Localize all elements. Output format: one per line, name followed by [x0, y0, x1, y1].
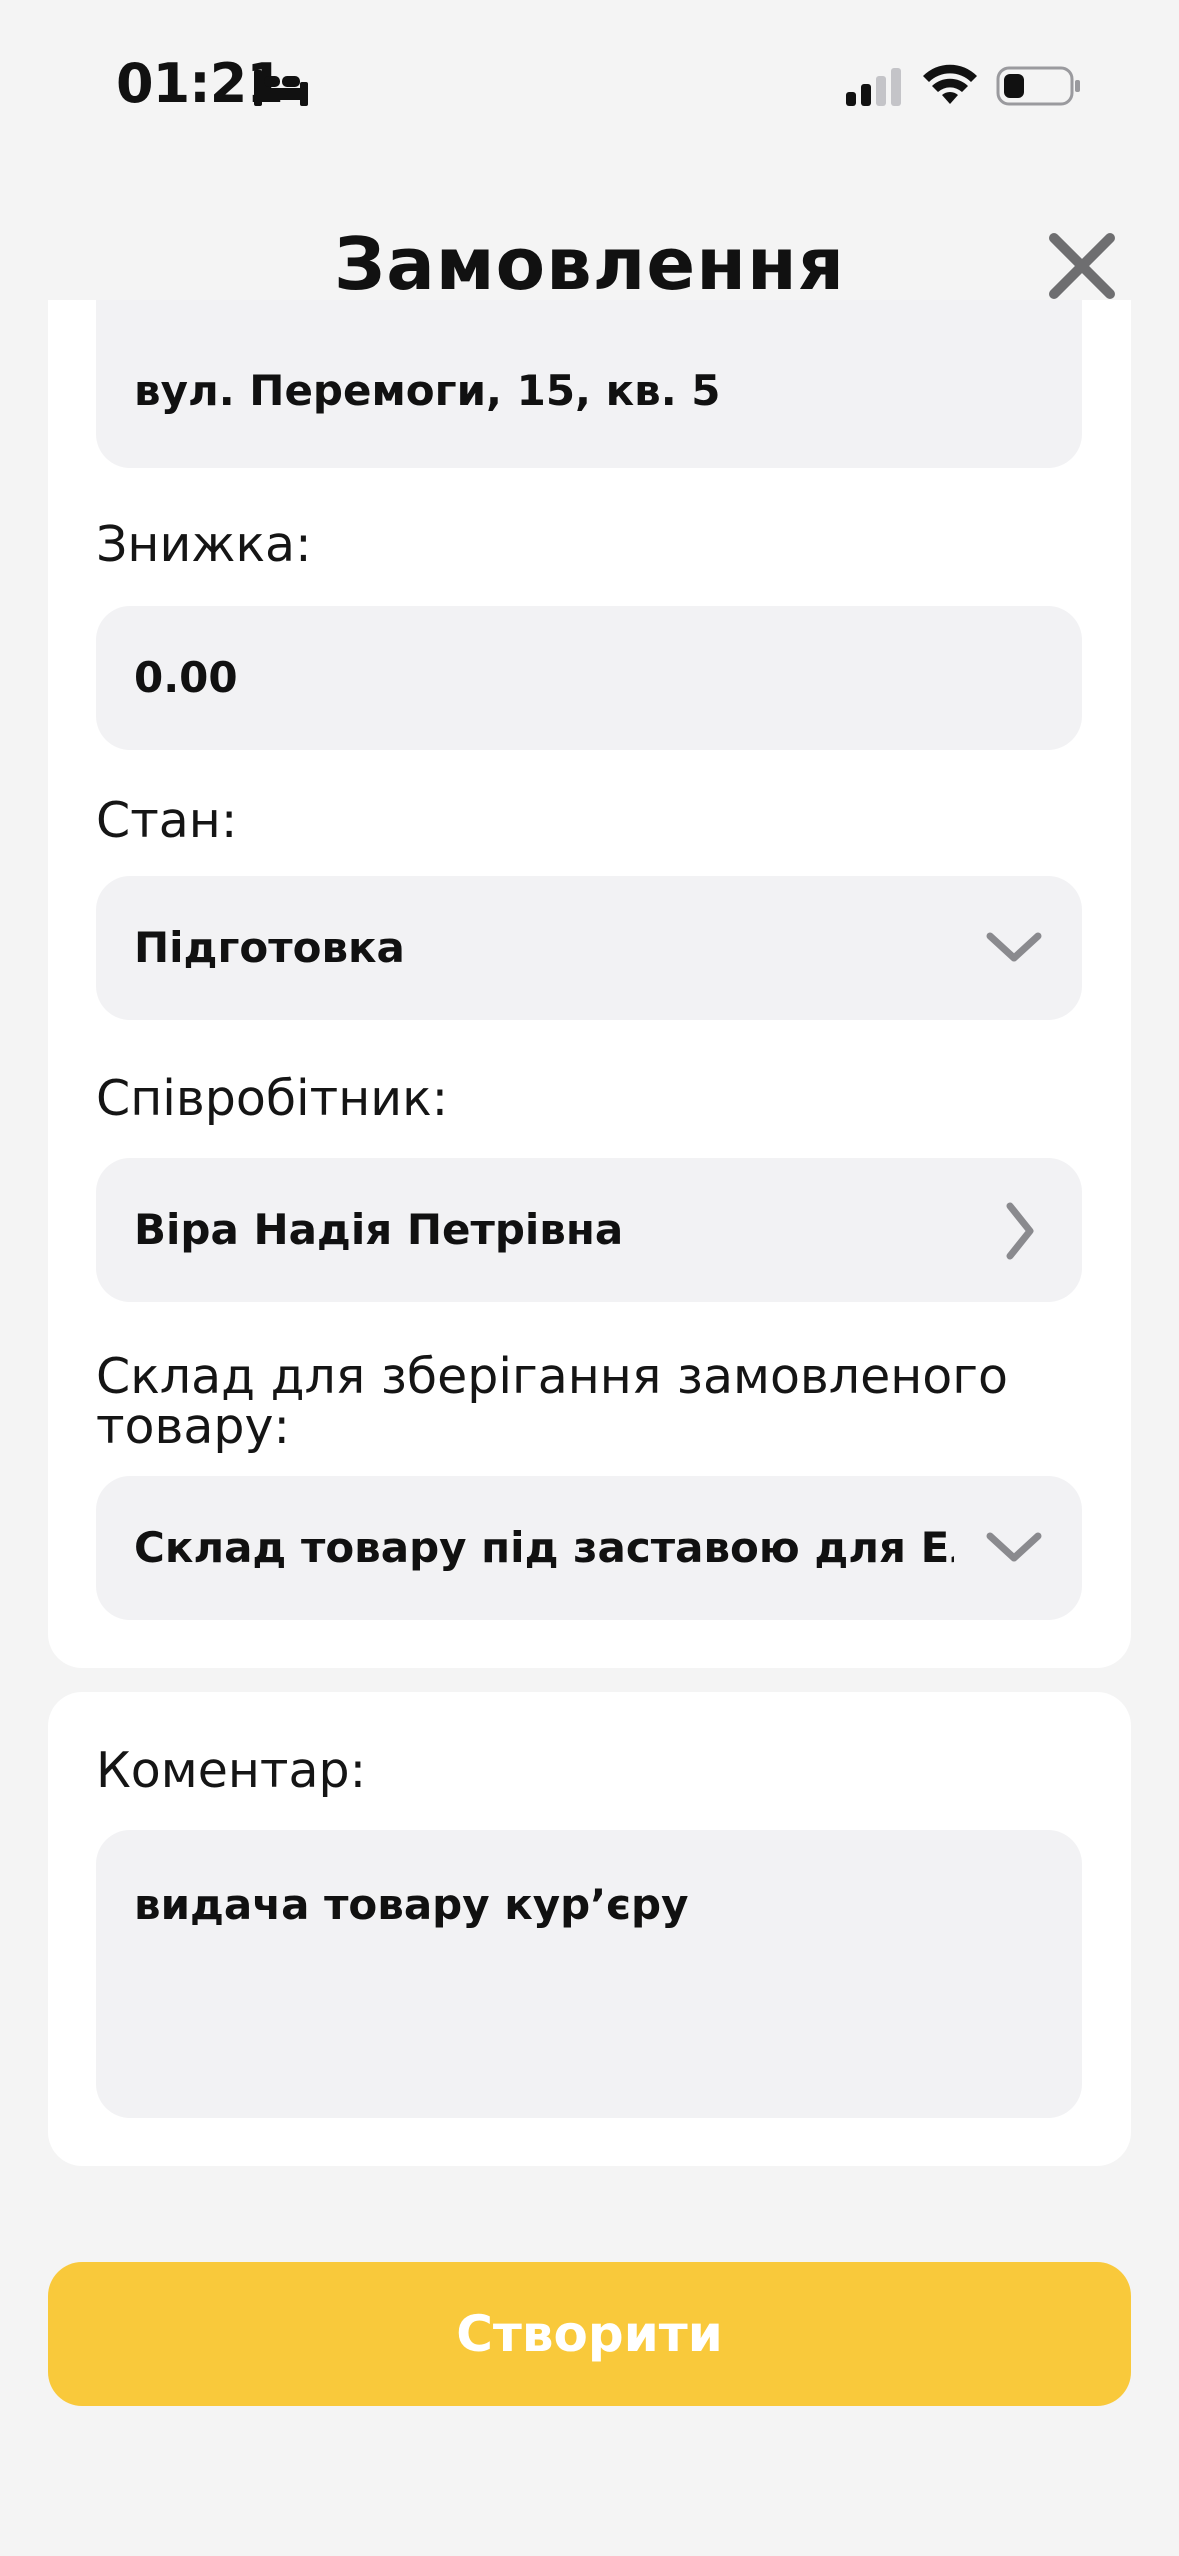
warehouse-select[interactable]: Склад товару під заставою для Еліт: [96, 1476, 1082, 1620]
comment-label: Коментар:: [96, 1742, 367, 1799]
employee-selector[interactable]: Віра Надія Петрівна: [96, 1158, 1082, 1302]
status-bar: 01:21: [0, 0, 1179, 170]
state-label: Стан:: [96, 792, 238, 849]
close-button[interactable]: [1040, 224, 1124, 308]
comment-textarea[interactable]: видача товару кур’єру: [96, 1830, 1082, 2118]
discount-label: Знижка:: [96, 516, 312, 573]
create-button[interactable]: Створити: [48, 2262, 1131, 2406]
warehouse-label: Склад для зберігання замовленого товару:: [96, 1348, 1009, 1455]
address-value: вул. Перемоги, 15, кв. 5: [134, 366, 721, 415]
wifi-icon: [923, 64, 977, 104]
bed-icon: [254, 70, 308, 106]
chevron-down-icon: [986, 932, 1042, 962]
address-field[interactable]: вул. Перемоги, 15, кв. 5: [96, 300, 1082, 468]
discount-value: 0.00: [134, 653, 238, 702]
battery-icon: [996, 66, 1080, 106]
state-select[interactable]: Підготовка: [96, 876, 1082, 1020]
close-icon: [1049, 233, 1115, 299]
employee-label: Співробітник:: [96, 1070, 449, 1127]
chevron-right-icon: [1006, 1202, 1034, 1260]
page-title: Замовлення: [334, 222, 845, 306]
cellular-signal-icon: [846, 68, 901, 106]
state-value: Підготовка: [134, 923, 405, 972]
employee-value: Віра Надія Петрівна: [134, 1205, 624, 1254]
chevron-down-icon: [986, 1532, 1042, 1562]
discount-input[interactable]: 0.00: [96, 606, 1082, 750]
warehouse-value: Склад товару під заставою для Еліт: [134, 1523, 954, 1572]
